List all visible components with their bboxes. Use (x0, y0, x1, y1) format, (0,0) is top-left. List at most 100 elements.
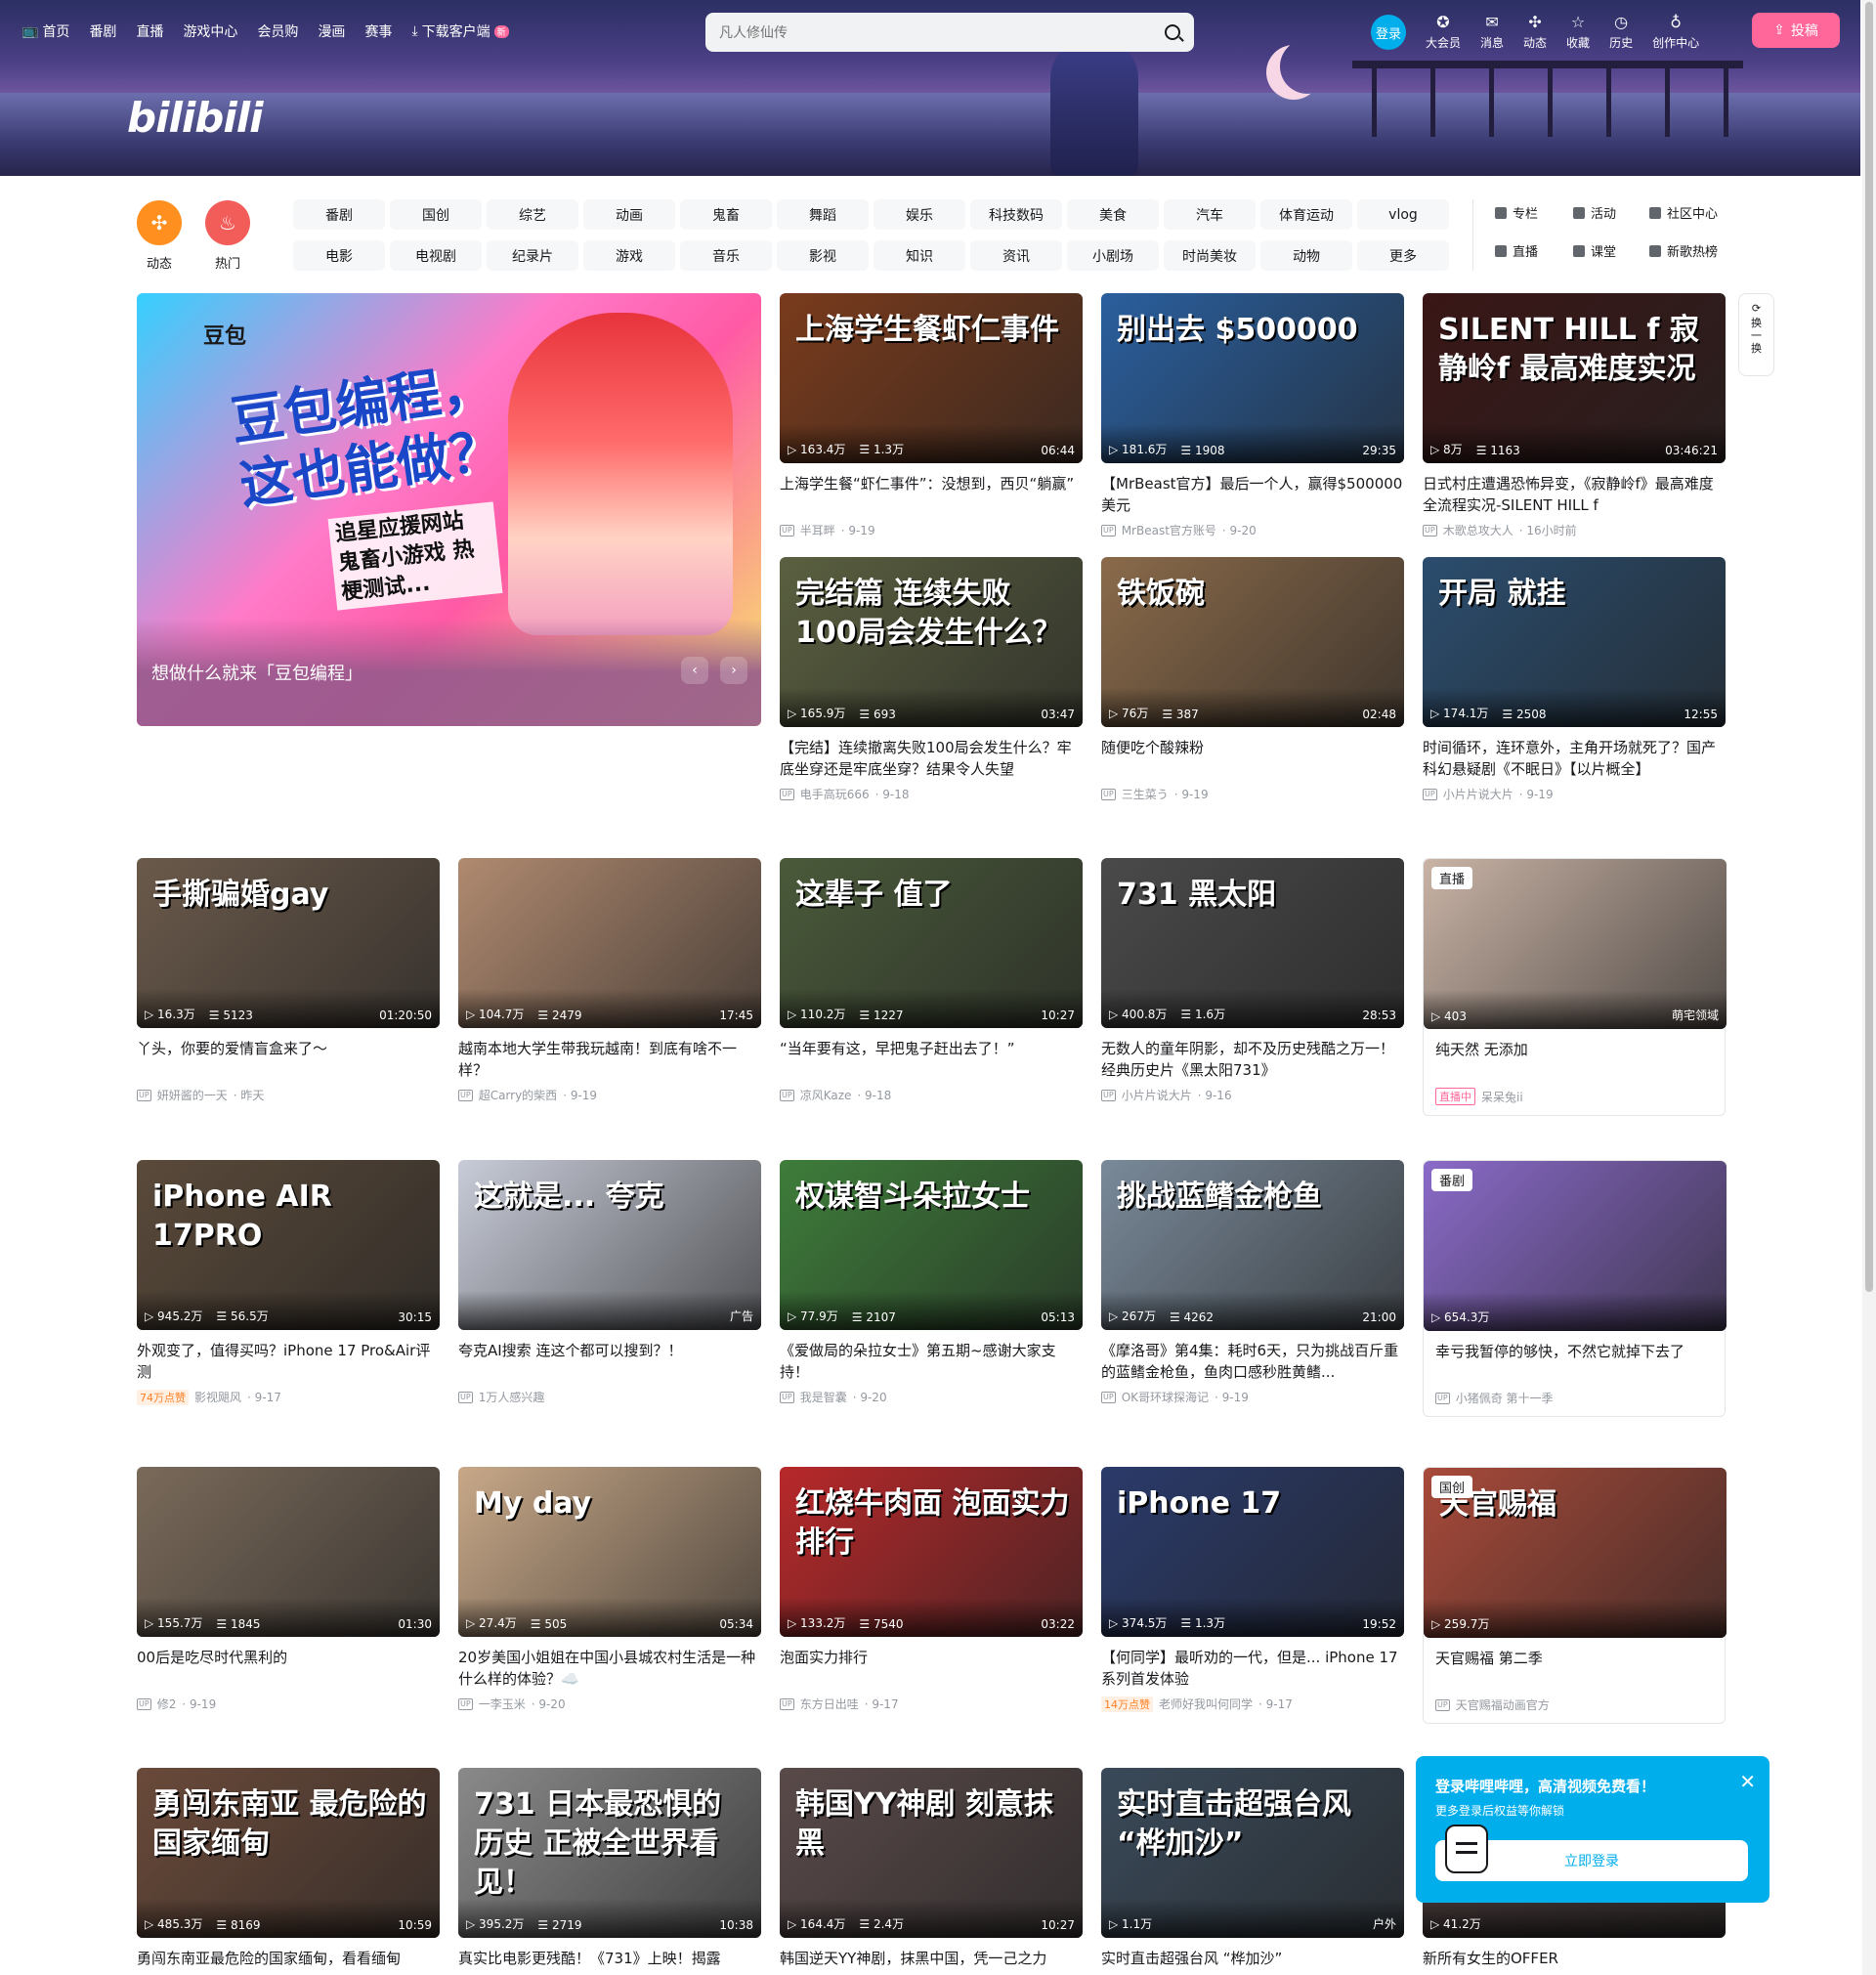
banner-carousel[interactable]: 豆包 豆包编程，这也能做？ 追星应援网站 鬼畜小游戏 热梗测试... 想做什么就… (137, 293, 761, 726)
bilibili-logo[interactable]: bilibili (127, 94, 264, 142)
chevron-left-icon[interactable]: ‹ (681, 657, 708, 684)
video-title[interactable]: 实时直击超强台风 “桦加沙” (1101, 1948, 1404, 1975)
video-thumbnail[interactable]: 勇闯东南亚 最危险的国家缅甸 ▷ 485.3万 ☰ 8169 10:59 (137, 1768, 440, 1938)
author-name[interactable]: 天官赐福动画官方 (1456, 1696, 1550, 1713)
video-thumbnail[interactable]: ▷ 104.7万 ☰ 2479 17:45 (458, 858, 761, 1028)
video-thumbnail[interactable]: iPhone 17 ▷ 374.5万 ☰ 1.3万 19:52 (1101, 1467, 1404, 1637)
nav-manga[interactable]: 漫画 (318, 21, 345, 41)
video-card[interactable]: 直播 ▷ 403 萌宅领域 纯天然 无添加 直播中 呆呆兔ii (1423, 858, 1727, 1116)
channel-tab[interactable]: 科技数码 (970, 199, 1062, 230)
nav-vip[interactable]: ✪ 大会员 (1426, 14, 1461, 51)
side-link-activity[interactable]: 活动 (1573, 203, 1649, 222)
author-name[interactable]: MrBeast官方账号 (1122, 522, 1216, 538)
author-name[interactable]: 木歌总攻大人 (1443, 522, 1514, 538)
video-thumbnail[interactable]: 手撕骗婚gay ▷ 16.3万 ☰ 5123 01:20:50 (137, 858, 440, 1028)
nav-home[interactable]: 📺 首页 (21, 21, 69, 41)
channel-tab[interactable]: 舞蹈 (777, 199, 869, 230)
channel-tab[interactable]: 小剧场 (1067, 240, 1159, 271)
author-name[interactable]: 妍妍酱的一天 (157, 1087, 228, 1103)
video-card[interactable]: iPhone AIR 17PRO ▷ 945.2万 ☰ 56.5万 30:15 外观变了… (137, 1160, 440, 1405)
video-thumbnail[interactable]: ▷ 155.7万 ☰ 1845 01:30 (137, 1467, 440, 1637)
side-link-music-chart[interactable]: 新歌热榜 (1649, 241, 1747, 260)
video-thumbnail[interactable]: 别出去 $500000 ▷ 181.6万 ☰ 1908 29:35 (1101, 293, 1404, 463)
video-title[interactable]: 【何同学】最听劝的一代，但是... iPhone 17系列首发体验 (1101, 1647, 1404, 1690)
video-card[interactable]: ▷ 104.7万 ☰ 2479 17:45 越南本地大学生带我玩越南！到底有啥不一样？… (458, 858, 761, 1103)
author-name[interactable]: 呆呆兔ii (1481, 1089, 1523, 1105)
video-title[interactable]: 勇闯东南亚最危险的国家缅甸，看看缅甸 (137, 1948, 440, 1975)
nav-history[interactable]: ◷ 历史 (1609, 14, 1633, 51)
channel-tab[interactable]: 美食 (1067, 199, 1159, 230)
video-card[interactable]: iPhone 17 ▷ 374.5万 ☰ 1.3万 19:52 【何同学】最听劝的一代，… (1101, 1467, 1404, 1712)
author-name[interactable]: 影视飓风 (194, 1389, 241, 1405)
channel-tab[interactable]: 综艺 (487, 199, 578, 230)
video-title[interactable]: 无数人的童年阴影，却不及历史残酷之万一！经典历史片《黑太阳731》 (1101, 1038, 1404, 1081)
video-title[interactable]: 随便吃个酸辣粉 (1101, 737, 1404, 780)
author-name[interactable]: 1万人感兴趣 (479, 1389, 545, 1405)
nav-favorites[interactable]: ☆ 收藏 (1566, 14, 1590, 51)
nav-messages[interactable]: ✉ 消息 (1480, 14, 1504, 51)
scrollbar[interactable] (1862, 0, 1876, 1975)
channel-tab[interactable]: 更多 (1357, 240, 1449, 271)
video-thumbnail[interactable]: 韩国YY神剧 刻意抹黑 ▷ 164.4万 ☰ 2.4万 10:27 (780, 1768, 1083, 1938)
video-title[interactable]: 泡面实力排行 (780, 1647, 1083, 1690)
video-card[interactable]: 铁饭碗 ▷ 76万 ☰ 387 02:48 随便吃个酸辣粉 UP 三生菜う · 9-19 (1101, 557, 1404, 802)
video-thumbnail[interactable]: 实时直击超强台风 “桦加沙” ▷ 1.1万 户外 (1101, 1768, 1404, 1938)
author-name[interactable]: 东方日出哇 (800, 1696, 859, 1712)
video-title[interactable]: “当年要有这，早把鬼子赶出去了！” (780, 1038, 1083, 1081)
video-thumbnail[interactable]: 731 日本最恐惧的历史 正被全世界看见！ ▷ 395.2万 ☰ 2719 10:38 (458, 1768, 761, 1938)
video-thumbnail[interactable]: 开局 就挂 ▷ 174.1万 ☰ 2508 12:55 (1423, 557, 1726, 727)
side-link-column[interactable]: 专栏 (1495, 203, 1573, 222)
video-thumbnail[interactable]: 这就是... 夸克 广告 (458, 1160, 761, 1330)
author-name[interactable]: 超Carry的柴西 (479, 1087, 558, 1103)
channel-tab[interactable]: 影视 (777, 240, 869, 271)
video-card[interactable]: 挑战蓝鳍金枪鱼 ▷ 267万 ☰ 4262 21:00 《摩洛哥》第4集：耗时6天，只为… (1101, 1160, 1404, 1405)
chevron-right-icon[interactable]: › (720, 657, 747, 684)
nav-mall[interactable]: 会员购 (257, 21, 298, 41)
channel-tab[interactable]: 知识 (874, 240, 965, 271)
video-thumbnail[interactable]: 权谋智斗朵拉女士 ▷ 77.9万 ☰ 2107 05:13 (780, 1160, 1083, 1330)
channel-tab[interactable]: 国创 (390, 199, 482, 230)
video-thumbnail[interactable]: 挑战蓝鳍金枪鱼 ▷ 267万 ☰ 4262 21:00 (1101, 1160, 1404, 1330)
video-title[interactable]: 天官赐福 第二季 (1424, 1648, 1725, 1691)
video-thumbnail[interactable]: 上海学生餐虾仁事件 ▷ 163.4万 ☰ 1.3万 06:44 (780, 293, 1083, 463)
video-thumbnail[interactable]: 731 黑太阳 ▷ 400.8万 ☰ 1.6万 28:53 (1101, 858, 1404, 1028)
channel-tab[interactable]: 娱乐 (874, 199, 965, 230)
video-card[interactable]: 红烧牛肉面 泡面实力排行 ▷ 133.2万 ☰ 7540 03:22 泡面实力排行 UP 东… (780, 1467, 1083, 1712)
video-title[interactable]: 新所有女生的OFFER (1423, 1948, 1726, 1975)
video-title[interactable]: 幸亏我暂停的够快，不然它就掉下去了 (1424, 1341, 1725, 1384)
video-thumbnail[interactable]: 番剧 ▷ 654.3万 (1424, 1161, 1727, 1331)
close-icon[interactable]: ✕ (1739, 1770, 1756, 1793)
video-title[interactable]: 丫头，你要的爱情盲盒来了～ (137, 1038, 440, 1081)
author-name[interactable]: 一李玉米 (479, 1696, 526, 1712)
video-thumbnail[interactable]: 红烧牛肉面 泡面实力排行 ▷ 133.2万 ☰ 7540 03:22 (780, 1467, 1083, 1637)
video-title[interactable]: 外观变了，值得买吗？iPhone 17 Pro&Air评测 (137, 1340, 440, 1383)
channel-tab[interactable]: 番剧 (293, 199, 385, 230)
channel-tab[interactable]: 鬼畜 (680, 199, 772, 230)
video-card[interactable]: My day ▷ 27.4万 ☰ 505 05:34 20岁美国小姐姐在中国小县城农村生… (458, 1467, 761, 1712)
channel-dynamic[interactable]: ✣ 动态 (137, 200, 182, 272)
video-title[interactable]: 时间循环，连环意外，主角开场就死了？国产科幻悬疑剧《不眠日》【以片概全】 (1423, 737, 1726, 780)
side-link-live[interactable]: 直播 (1495, 241, 1573, 260)
video-title[interactable]: 韩国逆天YY神剧，抹黑中国，凭一己之力 (780, 1948, 1083, 1975)
channel-tab[interactable]: 汽车 (1164, 199, 1256, 230)
author-name[interactable]: 我是智囊 (800, 1389, 847, 1405)
author-name[interactable]: 老师好我叫何同学 (1159, 1696, 1253, 1712)
nav-live[interactable]: 直播 (136, 21, 163, 41)
video-title[interactable]: 越南本地大学生带我玩越南！到底有啥不一样？ (458, 1038, 761, 1081)
video-card[interactable]: 731 黑太阳 ▷ 400.8万 ☰ 1.6万 28:53 无数人的童年阴影，却不及历史… (1101, 858, 1404, 1103)
channel-tab[interactable]: 动物 (1260, 240, 1352, 271)
upload-button[interactable]: ⇪ 投稿 (1752, 13, 1840, 48)
video-card[interactable]: 韩国YY神剧 刻意抹黑 ▷ 164.4万 ☰ 2.4万 10:27 韩国逆天YY神剧，抹… (780, 1768, 1083, 1975)
video-thumbnail[interactable]: 完结篇 连续失败100局会发生什么？ ▷ 165.9万 ☰ 693 03:47 (780, 557, 1083, 727)
video-thumbnail[interactable]: 天官赐福 国创 ▷ 259.7万 (1424, 1468, 1727, 1638)
author-name[interactable]: 三生菜う (1122, 786, 1169, 802)
author-name[interactable]: 修2 (157, 1696, 177, 1712)
video-card[interactable]: 勇闯东南亚 最危险的国家缅甸 ▷ 485.3万 ☰ 8169 10:59 勇闯东南亚最危… (137, 1768, 440, 1975)
video-card[interactable]: 完结篇 连续失败100局会发生什么？ ▷ 165.9万 ☰ 693 03:47 【完结】… (780, 557, 1083, 802)
video-thumbnail[interactable]: iPhone AIR 17PRO ▷ 945.2万 ☰ 56.5万 30:15 (137, 1160, 440, 1330)
search-icon[interactable] (1165, 24, 1180, 40)
video-title[interactable]: 【MrBeast官方】最后一个人，赢得$500000美元 (1101, 473, 1404, 516)
channel-tab[interactable]: 电影 (293, 240, 385, 271)
author-name[interactable]: 半耳畔 (800, 522, 835, 538)
video-thumbnail[interactable]: My day ▷ 27.4万 ☰ 505 05:34 (458, 1467, 761, 1637)
